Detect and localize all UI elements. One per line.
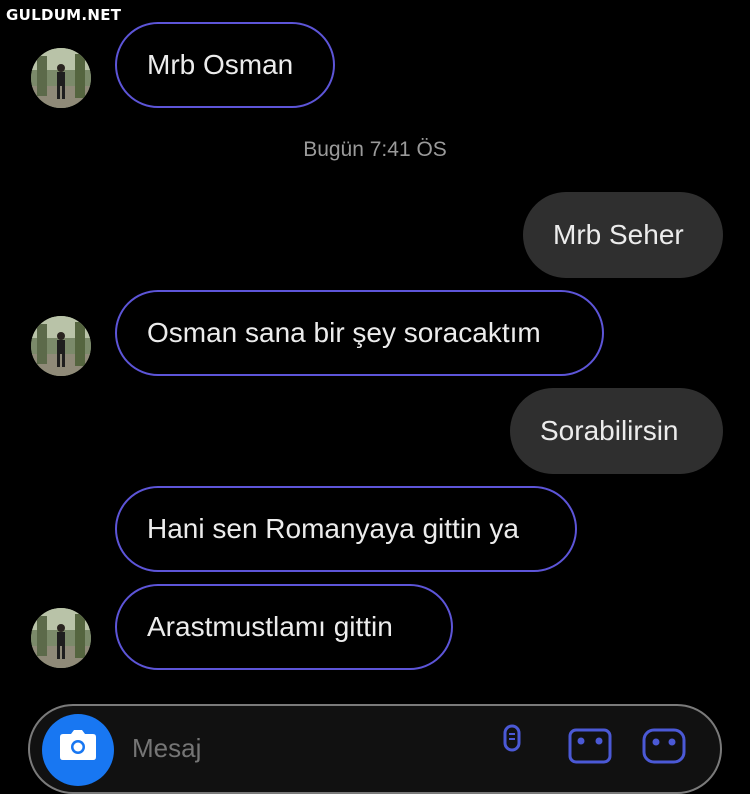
camera-button[interactable] — [42, 714, 114, 786]
message-bubble-incoming[interactable]: Hani sen Romanyaya gittin ya — [115, 486, 577, 572]
contact-avatar[interactable] — [31, 316, 91, 376]
message-bubble-incoming[interactable]: Arastmustlamı gittin — [115, 584, 453, 670]
camera-icon — [60, 730, 96, 760]
message-bubble-outgoing[interactable]: Sorabilirsin — [510, 388, 723, 474]
message-input[interactable] — [130, 732, 434, 765]
message-bubble-incoming[interactable]: Mrb Osman — [115, 22, 335, 108]
message-bubble-outgoing[interactable]: Mrb Seher — [523, 192, 723, 278]
watermark: GULDUM.NET — [6, 6, 122, 24]
message-composer — [28, 704, 722, 794]
gallery-icon[interactable] — [568, 724, 612, 764]
contact-avatar[interactable] — [31, 608, 91, 668]
contact-avatar[interactable] — [31, 48, 91, 108]
microphone-icon[interactable] — [500, 724, 524, 764]
sticker-icon[interactable] — [642, 724, 686, 764]
message-bubble-incoming[interactable]: Osman sana bir şey soracaktım — [115, 290, 604, 376]
date-separator: Bugün 7:41 ÖS — [303, 138, 447, 161]
